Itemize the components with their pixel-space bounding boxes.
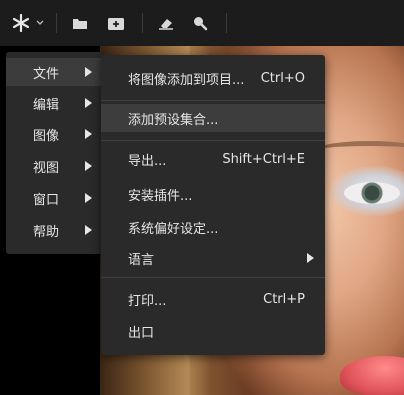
menu-item-print[interactable]: 打印... Ctrl+P xyxy=(101,285,325,313)
chevron-right-icon xyxy=(307,253,314,263)
menu-item-label: 将图像添加到项目... xyxy=(128,72,245,88)
menu-divider xyxy=(101,277,325,278)
menu-item-edit[interactable]: 编辑 xyxy=(6,89,102,117)
menu-item-view[interactable]: 视图 xyxy=(6,152,102,180)
menu-item-add-preset-collection[interactable]: 添加预设集合... xyxy=(101,104,325,132)
menu-item-label: 编辑 xyxy=(33,97,60,113)
chevron-right-icon xyxy=(85,161,92,171)
shortcut-label: Ctrl+O xyxy=(260,70,305,86)
menu-item-label: 添加预设集合... xyxy=(128,112,219,128)
toolbar xyxy=(0,0,404,46)
shortcut-label: Shift+Ctrl+E xyxy=(222,151,305,167)
menu-item-label: 文件 xyxy=(33,66,60,82)
menu-divider xyxy=(101,140,325,141)
menu-item-label: 窗口 xyxy=(33,192,60,208)
menu-item-language[interactable]: 语言 xyxy=(101,244,325,272)
chevron-right-icon xyxy=(85,67,92,77)
eraser-icon[interactable] xyxy=(152,0,180,46)
main-menu: 文件 编辑 图像 视图 窗口 帮助 xyxy=(6,52,102,254)
chevron-right-icon xyxy=(85,193,92,203)
menu-item-exit[interactable]: 出口 xyxy=(101,317,325,345)
chevron-right-icon xyxy=(85,129,92,139)
file-menu: 将图像添加到项目... Ctrl+O 添加预设集合... 导出... Shift… xyxy=(101,55,325,355)
menu-item-image[interactable]: 图像 xyxy=(6,120,102,148)
chevron-right-icon xyxy=(85,98,92,108)
menu-item-label: 语言 xyxy=(128,252,155,268)
menu-item-label: 安装插件... xyxy=(128,188,193,204)
toolbar-divider xyxy=(142,13,143,33)
menu-item-label: 图像 xyxy=(33,128,60,144)
menu-item-label: 视图 xyxy=(33,160,60,176)
menu-item-label: 导出... xyxy=(128,153,167,169)
menu-item-label: 打印... xyxy=(128,293,167,309)
add-image-icon[interactable] xyxy=(102,0,130,46)
menu-item-help[interactable]: 帮助 xyxy=(6,216,102,244)
chevron-down-icon[interactable] xyxy=(34,0,46,46)
zoom-icon[interactable] xyxy=(186,0,214,46)
shortcut-label: Ctrl+P xyxy=(263,291,305,307)
chevron-right-icon xyxy=(85,225,92,235)
menu-item-label: 出口 xyxy=(128,325,155,341)
menu-item-file[interactable]: 文件 xyxy=(6,58,102,86)
toolbar-divider xyxy=(56,13,57,33)
toolbar-divider xyxy=(226,13,227,33)
menu-item-label: 帮助 xyxy=(33,224,60,240)
menu-item-preferences[interactable]: 系统偏好设定... xyxy=(101,213,325,241)
menu-item-window[interactable]: 窗口 xyxy=(6,184,102,212)
menu-item-install-plugin[interactable]: 安装插件... xyxy=(101,180,325,208)
menu-item-export[interactable]: 导出... Shift+Ctrl+E xyxy=(101,145,325,173)
star-burst-icon[interactable] xyxy=(6,0,36,46)
menu-divider xyxy=(101,100,325,101)
menu-item-label: 系统偏好设定... xyxy=(128,221,219,237)
menu-item-add-images[interactable]: 将图像添加到项目... Ctrl+O xyxy=(101,64,325,92)
folder-icon[interactable] xyxy=(66,0,94,46)
